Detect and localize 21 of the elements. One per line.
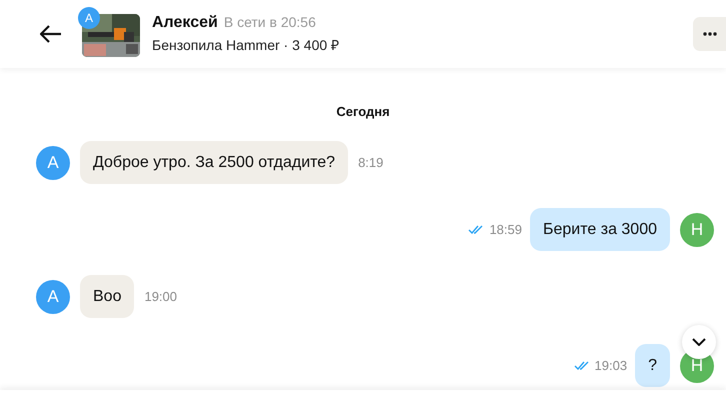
user-avatar: А — [36, 280, 70, 314]
online-status: В сети в 20:56 — [224, 14, 316, 30]
scroll-down-button[interactable] — [682, 325, 716, 359]
message-time: 19:00 — [144, 289, 178, 304]
chevron-down-icon — [692, 338, 706, 346]
message-time: 18:59 — [489, 222, 522, 237]
date-separator: Сегодня — [335, 104, 391, 119]
message-time: 8:19 — [358, 155, 384, 170]
message-bubble: ? — [635, 344, 670, 387]
seller-avatar: А — [78, 6, 100, 28]
user-avatar: А — [36, 146, 70, 180]
message-bubble: Берите за 3000 — [530, 208, 670, 251]
contact-name: Алексей — [152, 14, 218, 32]
more-button[interactable] — [693, 17, 726, 51]
message-time: 19:03 — [594, 358, 628, 373]
listing-title[interactable]: Бензопила Hammer · 3 400 ₽ — [152, 35, 693, 54]
message-bubble: Доброе утро. За 2500 отдадите? — [80, 141, 348, 184]
message-bubble: Воо — [80, 275, 134, 318]
more-icon — [703, 32, 717, 36]
back-icon — [40, 25, 62, 43]
user-avatar: Н — [680, 212, 714, 246]
